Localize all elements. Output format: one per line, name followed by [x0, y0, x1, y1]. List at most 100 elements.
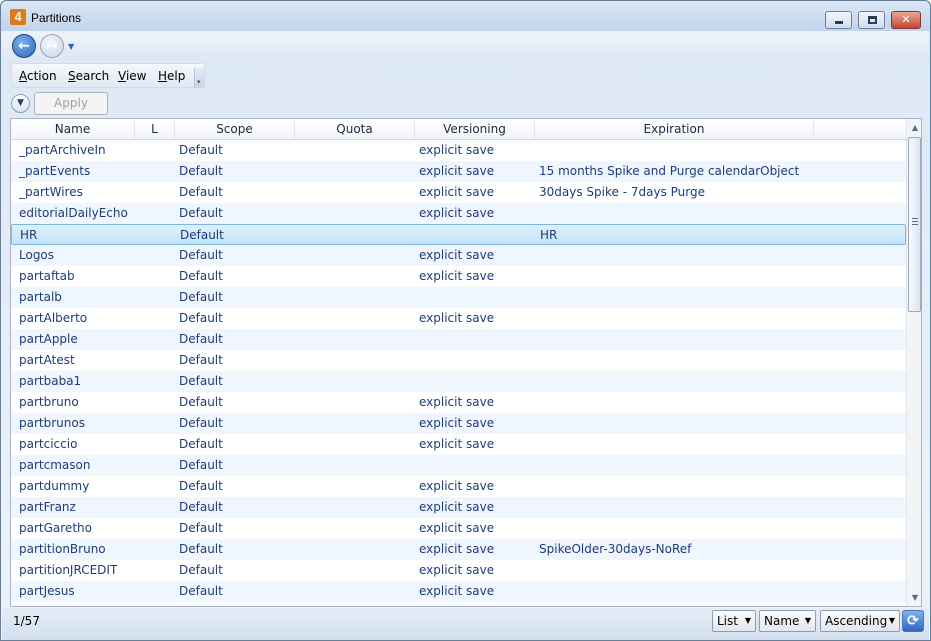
cell-expiration: [539, 245, 809, 266]
cell-name: partFranz: [19, 500, 76, 514]
cell-versioning: [420, 225, 530, 246]
table-row[interactable]: partGaretho Default explicit save: [11, 518, 906, 539]
column-header-quota[interactable]: Quota: [295, 119, 415, 139]
column-header-expiration[interactable]: Expiration: [535, 119, 814, 139]
cell-name: partbaba1: [19, 374, 82, 388]
column-header-name[interactable]: Name: [11, 119, 135, 139]
table-row[interactable]: editorialDailyEcho Default explicit save: [11, 203, 906, 224]
chevron-down-icon: ▼: [804, 616, 811, 625]
grip-icon: [912, 218, 918, 225]
maximize-icon: [868, 16, 877, 24]
column-header-scope[interactable]: Scope: [175, 119, 295, 139]
cell-name: partalb: [19, 290, 62, 304]
table-row[interactable]: HR Default HR: [11, 224, 906, 245]
minimize-button[interactable]: [825, 11, 852, 29]
cell-expiration: [539, 413, 809, 434]
table-row[interactable]: Logos Default explicit save: [11, 245, 906, 266]
cell-scope: Default: [179, 332, 223, 346]
cell-expiration: [539, 266, 809, 287]
cell-name: partbruno: [19, 395, 79, 409]
cell-name: editorialDailyEcho: [19, 206, 128, 220]
scroll-up-icon[interactable]: ▲: [907, 119, 921, 136]
table-row[interactable]: partbrunos Default explicit save: [11, 413, 906, 434]
sort-order-select[interactable]: Ascending ▼: [820, 610, 900, 632]
table-row[interactable]: _partArchiveIn Default explicit save: [11, 140, 906, 161]
toolbar-overflow-button[interactable]: ▾: [194, 68, 204, 88]
cell-expiration: 30days Spike - 7days Purge: [539, 185, 705, 199]
cell-name: partdummy: [19, 479, 90, 493]
table-row[interactable]: partAlberto Default explicit save: [11, 308, 906, 329]
vertical-scrollbar[interactable]: ▲ ▼: [906, 119, 921, 606]
cell-versioning: [419, 371, 529, 392]
table-body: _partArchiveIn Default explicit save _partE…: [11, 140, 906, 602]
cell-versioning: explicit save: [419, 437, 495, 451]
table-row[interactable]: partdummy Default explicit save: [11, 476, 906, 497]
cell-name: partAlberto: [19, 311, 88, 325]
chevron-down-icon: ▼: [744, 616, 751, 625]
forward-arrow-icon[interactable]: →: [40, 34, 64, 58]
cell-name: partciccio: [19, 437, 78, 451]
cell-versioning: explicit save: [419, 206, 495, 220]
cell-expiration: [539, 434, 809, 455]
cell-versioning: explicit save: [419, 584, 495, 598]
table-row[interactable]: _partEvents Default explicit save 15 months…: [11, 161, 906, 182]
cell-scope: Default: [179, 269, 223, 283]
table-row[interactable]: partciccio Default explicit save: [11, 434, 906, 455]
back-arrow-icon[interactable]: ←: [12, 34, 36, 58]
cell-name: partGaretho: [19, 521, 92, 535]
menu-help[interactable]: Help: [158, 69, 185, 83]
view-mode-select[interactable]: List ▼: [712, 610, 756, 632]
expand-search-icon[interactable]: ▼: [11, 94, 30, 113]
cell-expiration: [539, 560, 809, 581]
table-row[interactable]: partAtest Default: [11, 350, 906, 371]
table-row[interactable]: _partWires Default explicit save 30days Spi…: [11, 182, 906, 203]
table-row[interactable]: partitionJRCEDIT Default explicit save: [11, 560, 906, 581]
cell-expiration: HR: [540, 228, 558, 242]
cell-scope: Default: [179, 416, 223, 430]
table-row[interactable]: partbaba1 Default: [11, 371, 906, 392]
column-header-versioning[interactable]: Versioning: [415, 119, 535, 139]
sort-field-select[interactable]: Name ▼: [759, 610, 816, 632]
minimize-icon: [835, 21, 843, 24]
cell-scope: Default: [179, 500, 223, 514]
cell-expiration: [539, 308, 809, 329]
cell-scope: Default: [179, 521, 223, 535]
refresh-icon[interactable]: ⟳: [902, 610, 924, 632]
cell-scope: Default: [179, 311, 223, 325]
menu-search[interactable]: Search: [68, 69, 109, 83]
cell-versioning: explicit save: [419, 269, 495, 283]
cell-scope: Default: [179, 395, 223, 409]
cell-name: _partArchiveIn: [19, 143, 106, 157]
table-row[interactable]: partalb Default: [11, 287, 906, 308]
maximize-button[interactable]: [858, 11, 885, 29]
column-header-l[interactable]: L: [135, 119, 175, 139]
cell-expiration: [539, 497, 809, 518]
cell-scope: Default: [179, 164, 223, 178]
table-row[interactable]: partaftab Default explicit save: [11, 266, 906, 287]
cell-scope: Default: [179, 248, 223, 262]
scroll-down-icon[interactable]: ▼: [907, 589, 921, 606]
table-row[interactable]: partFranz Default explicit save: [11, 497, 906, 518]
close-button[interactable]: ✕: [891, 11, 921, 29]
menu-view[interactable]: View: [118, 69, 146, 83]
cell-versioning: explicit save: [419, 143, 495, 157]
cell-expiration: [539, 371, 809, 392]
cell-expiration: [539, 329, 809, 350]
cell-name: partcmason: [19, 458, 91, 472]
menu-action[interactable]: Action: [19, 69, 57, 83]
table-row[interactable]: partbruno Default explicit save: [11, 392, 906, 413]
cell-name: partaftab: [19, 269, 75, 283]
apply-search-button[interactable]: Apply Search: [34, 92, 108, 131]
table-row[interactable]: partApple Default: [11, 329, 906, 350]
cell-scope: Default: [179, 185, 223, 199]
cell-expiration: [539, 455, 809, 476]
app-logo-icon: 4: [10, 9, 26, 25]
scroll-thumb[interactable]: [908, 137, 921, 312]
cell-name: partitionBruno: [19, 542, 106, 556]
table-row[interactable]: partitionBruno Default explicit save SpikeO…: [11, 539, 906, 560]
history-dropdown-icon[interactable]: ▼: [68, 42, 74, 51]
table-row[interactable]: partcmason Default: [11, 455, 906, 476]
table-row[interactable]: partJesus Default explicit save: [11, 581, 906, 602]
cell-scope: Default: [179, 437, 223, 451]
cell-name: partbrunos: [19, 416, 85, 430]
